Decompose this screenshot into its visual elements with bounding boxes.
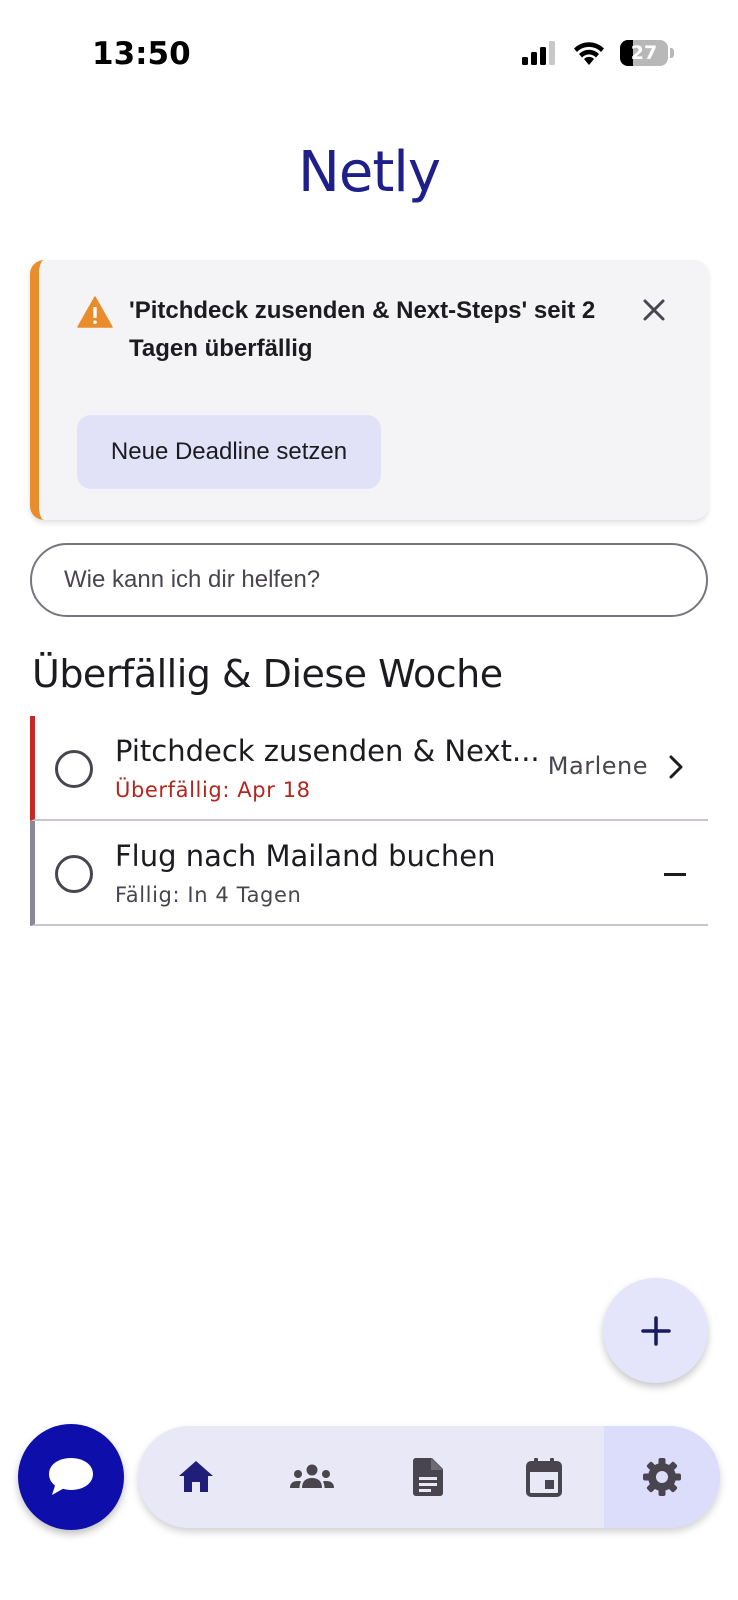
task-title: Pitchdeck zusenden & Next... [115,734,540,768]
calendar-icon [526,1458,562,1497]
status-bar: 13:50 27 [0,0,738,110]
task-title: Flug nach Mailand buchen [115,839,496,873]
chat-assistant-button[interactable] [18,1424,124,1530]
close-icon[interactable] [638,294,670,326]
task-checkbox[interactable] [55,855,93,893]
nav-home[interactable] [138,1426,254,1528]
status-icons: 27 [522,40,674,66]
chevron-right-icon[interactable] [666,754,686,780]
document-icon [413,1458,443,1496]
section-title: Überfällig & Diese Woche [32,652,503,696]
home-icon [179,1461,213,1492]
wifi-icon [574,42,604,65]
plus-icon [640,1315,671,1346]
task-checkbox[interactable] [55,750,93,788]
bottom-navigation [138,1426,720,1528]
nav-documents[interactable] [370,1426,486,1528]
people-icon [290,1464,334,1488]
task-row[interactable]: Pitchdeck zusenden & Next... Überfällig:… [30,716,708,821]
nav-settings[interactable] [604,1426,720,1528]
nav-calendar[interactable] [486,1426,602,1528]
alert-message: 'Pitchdeck zusenden & Next-Steps' seit 2… [129,297,596,362]
task-due-status: Überfällig: Apr 18 [115,778,311,802]
assistant-search-field[interactable] [30,543,708,617]
task-list: Pitchdeck zusenden & Next... Überfällig:… [30,716,708,926]
app-title: Netly [298,140,441,205]
warning-icon [77,296,113,328]
task-due-status: Fällig: In 4 Tagen [115,883,302,907]
battery-icon: 27 [620,40,668,66]
no-assignee-dash-icon [664,873,686,876]
status-time: 13:50 [92,36,191,72]
add-task-button[interactable] [603,1278,708,1383]
search-input[interactable] [32,545,706,615]
cellular-signal-icon [522,41,555,65]
chat-bubble-icon [49,1458,93,1495]
task-assignee: Marlene [547,752,648,780]
nav-contacts[interactable] [254,1426,370,1528]
battery-level: 27 [630,42,658,64]
overdue-alert-card: 'Pitchdeck zusenden & Next-Steps' seit 2… [30,260,708,520]
settings-gear-icon [643,1458,681,1496]
set-new-deadline-button[interactable]: Neue Deadline setzen [77,415,381,489]
task-row[interactable]: Flug nach Mailand buchen Fällig: In 4 Ta… [30,821,708,926]
